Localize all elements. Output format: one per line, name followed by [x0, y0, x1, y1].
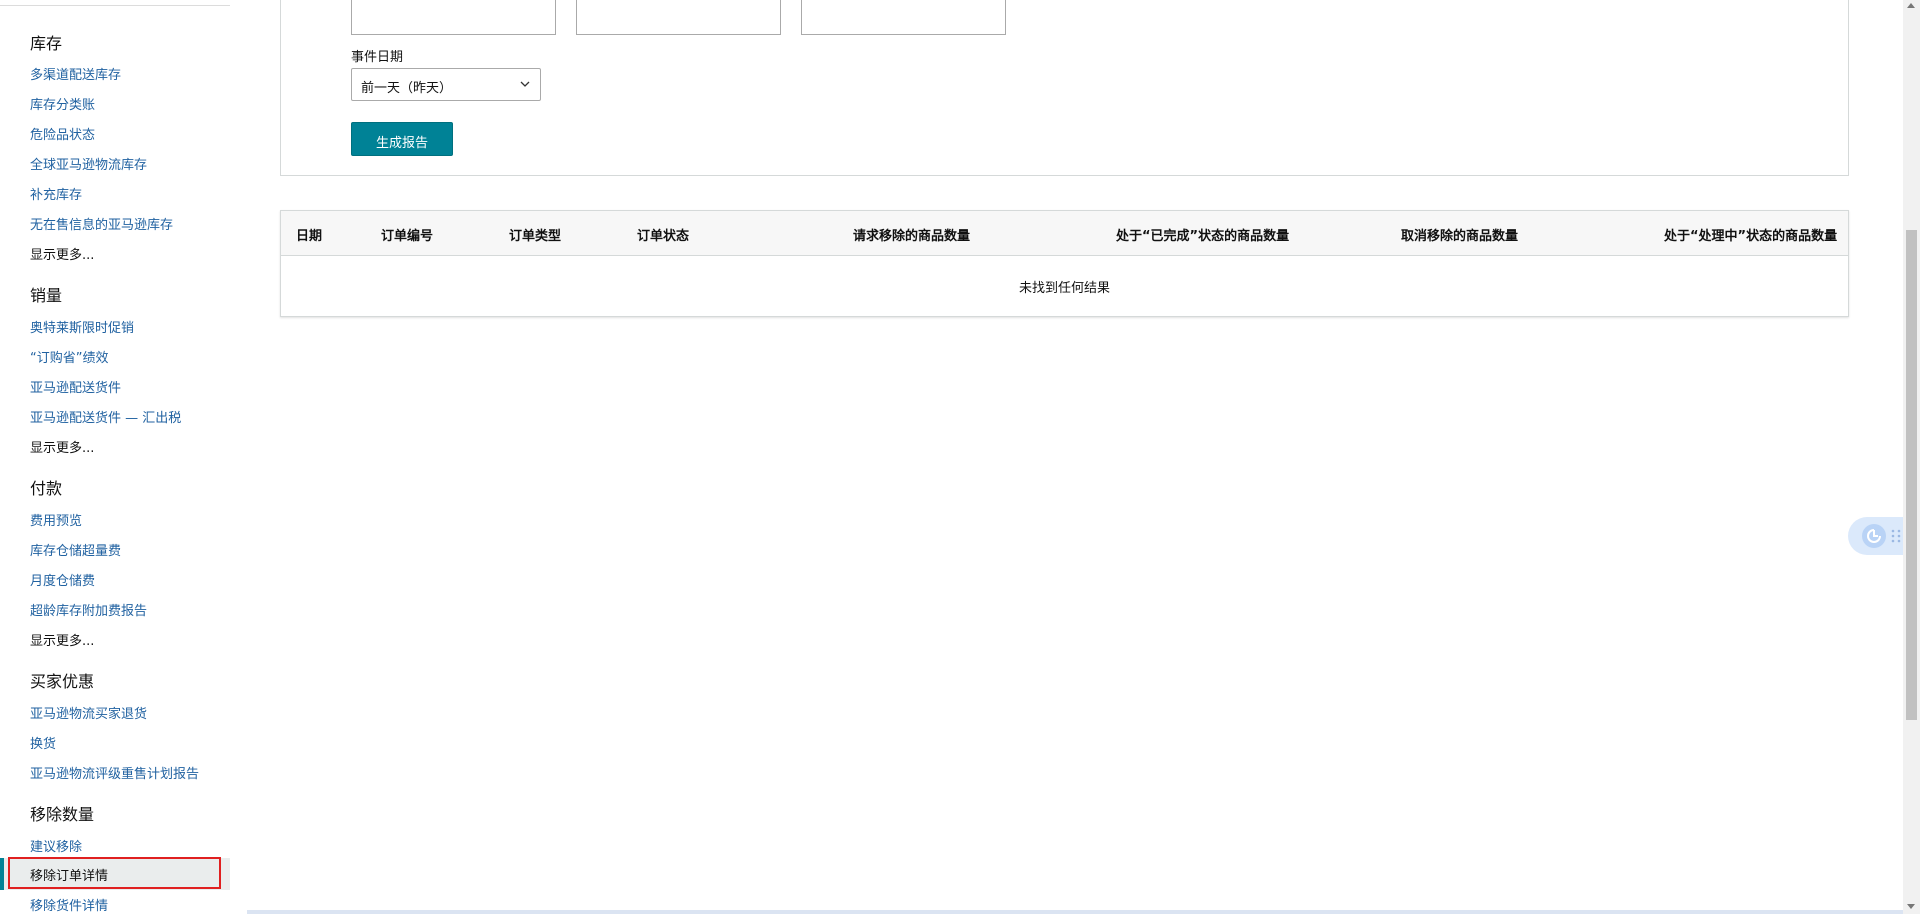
- sidebar-link-monthly-storage-fee[interactable]: 月度仓储费: [30, 570, 95, 589]
- sidebar-link-fee-preview[interactable]: 费用预览: [30, 510, 82, 529]
- column-header-completed-quantity[interactable]: 处于“已完成”状态的商品数量: [1116, 225, 1289, 244]
- column-header-date[interactable]: 日期: [296, 225, 322, 244]
- sidebar-show-more-inventory[interactable]: 显示更多...: [30, 244, 94, 263]
- table-header: 日期 订单编号 订单类型 订单状态 请求移除的商品数量 处于“已完成”状态的商品…: [281, 211, 1848, 256]
- section-title-sales: 销量: [30, 286, 63, 305]
- floating-assistant-widget[interactable]: [1848, 517, 1906, 555]
- sidebar-link-subscribe-save[interactable]: “订购省”绩效: [30, 347, 108, 366]
- column-header-order-status[interactable]: 订单状态: [637, 225, 689, 244]
- sidebar-link-fba-shipments-tax[interactable]: 亚马逊配送货件 — 汇出税: [30, 407, 181, 426]
- sidebar-show-more-sales[interactable]: 显示更多...: [30, 437, 94, 456]
- sidebar-link-inventory-ledger[interactable]: 库存分类账: [30, 94, 95, 113]
- drag-handle-icon[interactable]: [1890, 528, 1902, 544]
- section-title-payments: 付款: [30, 479, 63, 498]
- sidebar-link-fba-shipments[interactable]: 亚马逊配送货件: [30, 377, 121, 396]
- column-header-cancelled-quantity[interactable]: 取消移除的商品数量: [1401, 225, 1518, 244]
- generate-report-label: 生成报告: [375, 136, 428, 151]
- sidebar-link-stranded-inventory[interactable]: 无在售信息的亚马逊库存: [30, 214, 173, 233]
- scroll-down-arrow-icon[interactable]: [1907, 904, 1915, 909]
- scroll-up-arrow-icon[interactable]: [1907, 3, 1915, 8]
- scrollbar-thumb[interactable]: [1906, 230, 1917, 720]
- sidebar-link-replacements[interactable]: 换货: [30, 733, 56, 752]
- sidebar-link-grade-resell-report[interactable]: 亚马逊物流评级重售计划报告: [30, 763, 199, 782]
- empty-results-message: 未找到任何结果: [1018, 281, 1110, 296]
- date-input-1[interactable]: [351, 0, 556, 35]
- results-table: 日期 订单编号 订单类型 订单状态 请求移除的商品数量 处于“已完成”状态的商品…: [280, 210, 1849, 317]
- column-header-order-id[interactable]: 订单编号: [381, 225, 433, 244]
- sidebar-link-dangerous-goods[interactable]: 危险品状态: [30, 124, 95, 143]
- vertical-scrollbar[interactable]: [1903, 0, 1920, 914]
- generate-report-button[interactable]: 生成报告: [351, 122, 453, 156]
- assistant-icon[interactable]: [1862, 524, 1886, 548]
- sidebar-link-removal-shipment-detail[interactable]: 移除货件详情: [30, 895, 108, 914]
- event-date-label: 事件日期: [351, 50, 404, 65]
- sidebar-link-storage-overage-fee[interactable]: 库存仓储超量费: [30, 540, 121, 559]
- active-indicator: [0, 858, 4, 890]
- highlight-box: [8, 857, 221, 889]
- sidebar-link-recommended-removal[interactable]: 建议移除: [30, 836, 82, 855]
- sidebar-link-aged-inventory-surcharge[interactable]: 超龄库存附加费报告: [30, 600, 147, 619]
- sidebar-link-multichannel-inventory[interactable]: 多渠道配送库存: [30, 64, 121, 83]
- section-title-customer-concessions: 买家优惠: [30, 672, 95, 691]
- event-date-select[interactable]: 前一天（昨天）: [351, 68, 541, 101]
- section-title-removals: 移除数量: [30, 805, 95, 824]
- sidebar: 库存 多渠道配送库存 库存分类账 危险品状态 全球亚马逊物流库存 补充库存 无在…: [0, 0, 230, 914]
- sidebar-link-global-fba-inventory[interactable]: 全球亚马逊物流库存: [30, 154, 147, 173]
- column-header-order-type[interactable]: 订单类型: [509, 225, 561, 244]
- event-date-value: 前一天（昨天）: [361, 81, 453, 96]
- sidebar-link-restock-inventory[interactable]: 补充库存: [30, 184, 82, 203]
- column-header-in-process-quantity[interactable]: 处于“处理中”状态的商品数量: [1664, 225, 1837, 244]
- divider: [0, 5, 230, 6]
- sidebar-show-more-payments[interactable]: 显示更多...: [30, 630, 94, 649]
- section-title-inventory: 库存: [30, 34, 63, 53]
- column-header-requested-quantity[interactable]: 请求移除的商品数量: [853, 225, 970, 244]
- date-input-3[interactable]: [801, 0, 1006, 35]
- chevron-down-icon: [520, 81, 530, 87]
- horizontal-scroll-track: [247, 910, 1907, 914]
- sidebar-link-outlet-deals[interactable]: 奥特莱斯限时促销: [30, 317, 134, 336]
- date-input-2[interactable]: [576, 0, 781, 35]
- sidebar-link-fba-customer-returns[interactable]: 亚马逊物流买家退货: [30, 703, 147, 722]
